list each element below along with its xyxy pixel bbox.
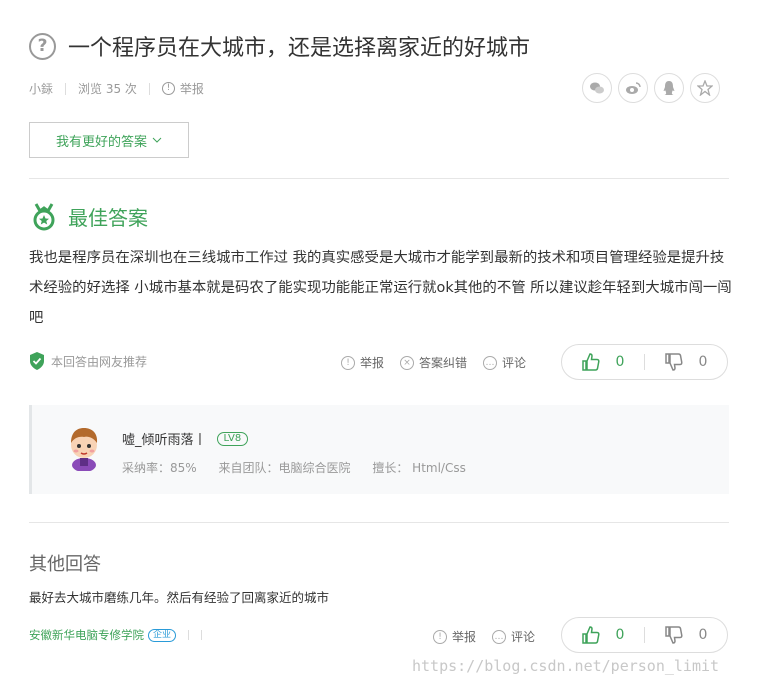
source-link[interactable]: 安徽新华电脑专修学院 bbox=[29, 627, 144, 643]
view-count: 浏览 35 次 bbox=[78, 82, 137, 96]
vote-box: 0 0 bbox=[561, 344, 728, 380]
better-answer-button[interactable]: 我有更好的答案 bbox=[29, 122, 189, 158]
answerer-name-row: 嘘_倾听雨落丨 LV8 bbox=[122, 429, 249, 448]
upvote-button[interactable]: 0 bbox=[562, 353, 644, 371]
divider bbox=[188, 630, 190, 640]
thumbs-down-icon bbox=[664, 626, 683, 644]
recommended-label: 本回答由网友推荐 bbox=[51, 354, 148, 369]
best-answer-header: 最佳答案 bbox=[31, 202, 148, 231]
enterprise-badge: 企业 bbox=[148, 628, 177, 642]
best-answer-title: 最佳答案 bbox=[68, 206, 148, 230]
question-meta: 小銾 浏览 35 次 ! 举报 bbox=[29, 80, 204, 97]
watermark: https://blog.csdn.net/person_limit bbox=[412, 657, 720, 675]
correct-answer-label: 答案纠错 bbox=[419, 356, 468, 370]
report-label: 举报 bbox=[360, 356, 385, 370]
upvote-count: 0 bbox=[615, 354, 625, 370]
report-icon: ! bbox=[433, 629, 447, 644]
wechat-icon[interactable] bbox=[582, 73, 612, 103]
correct-answer-button[interactable]: × 答案纠错 bbox=[400, 354, 467, 371]
report-icon: ! bbox=[161, 82, 175, 95]
star-icon[interactable] bbox=[690, 73, 720, 103]
comment-icon: … bbox=[483, 355, 498, 370]
report-button[interactable]: ! 举报 bbox=[433, 628, 476, 645]
divider bbox=[148, 82, 150, 95]
downvote-count: 0 bbox=[698, 627, 708, 643]
answerer-stats: 采纳率：85% 来自团队：电脑综合医院 擅长： Html/Css bbox=[122, 459, 484, 476]
other-answer-actions: ! 举报 … 评论 bbox=[433, 628, 551, 645]
adoption-rate: 采纳率：85% bbox=[122, 461, 197, 475]
other-answer-text: 最好去大城市磨练几年。然后有经验了回离家近的城市 bbox=[29, 590, 330, 605]
comment-icon: … bbox=[492, 629, 507, 644]
report-label: 举报 bbox=[452, 630, 477, 644]
avatar[interactable] bbox=[65, 425, 103, 471]
other-answer-source: 安徽新华电脑专修学院 企业 bbox=[29, 627, 203, 643]
question-header: ? 一个程序员在大城市，还是选择离家近的好城市 bbox=[29, 30, 530, 62]
thumbs-down-icon bbox=[664, 353, 683, 371]
divider bbox=[65, 82, 67, 95]
question-title: 一个程序员在大城市，还是选择离家近的好城市 bbox=[68, 36, 531, 61]
level-badge: LV8 bbox=[216, 431, 249, 446]
question-report-link[interactable]: 举报 bbox=[180, 80, 204, 97]
qq-icon[interactable] bbox=[654, 73, 684, 103]
weibo-icon[interactable] bbox=[618, 73, 648, 103]
better-answer-label: 我有更好的答案 bbox=[55, 134, 147, 150]
question-author[interactable]: 小銾 bbox=[29, 80, 53, 97]
comment-button[interactable]: … 评论 bbox=[483, 354, 526, 371]
medal-icon bbox=[33, 202, 55, 230]
report-icon: ! bbox=[341, 355, 355, 370]
downvote-button[interactable]: 0 bbox=[645, 353, 727, 371]
vote-box: 0 0 bbox=[561, 617, 728, 653]
comment-label: 评论 bbox=[511, 630, 536, 644]
close-circle-icon: × bbox=[400, 355, 415, 370]
upvote-button[interactable]: 0 bbox=[562, 626, 644, 644]
expertise: 擅长： Html/Css bbox=[372, 461, 466, 475]
upvote-count: 0 bbox=[615, 627, 625, 643]
best-answer-text: 我也是程序员在深圳也在三线城市工作过 我的真实感受是大城市才能学到最新的技术和项… bbox=[29, 250, 732, 326]
team-link[interactable]: 来自团队：电脑综合医院 bbox=[219, 461, 351, 475]
downvote-button[interactable]: 0 bbox=[645, 626, 727, 644]
thumbs-up-icon bbox=[581, 353, 600, 371]
downvote-count: 0 bbox=[698, 354, 708, 370]
chevron-down-icon bbox=[152, 137, 162, 143]
thumbs-up-icon bbox=[581, 626, 600, 644]
comment-label: 评论 bbox=[502, 356, 527, 370]
answerer-name[interactable]: 嘘_倾听雨落丨 bbox=[122, 429, 207, 448]
share-bar bbox=[582, 73, 720, 103]
divider bbox=[29, 178, 729, 179]
divider bbox=[201, 630, 203, 640]
shield-check-icon bbox=[30, 352, 44, 370]
recommended-note: 本回答由网友推荐 bbox=[29, 352, 147, 370]
report-button[interactable]: ! 举报 bbox=[341, 354, 384, 371]
other-answers-title: 其他回答 bbox=[29, 554, 101, 575]
answerer-card: 嘘_倾听雨落丨 LV8 采纳率：85% 来自团队：电脑综合医院 擅长： Html… bbox=[29, 405, 729, 494]
best-answer-actions: ! 举报 × 答案纠错 … 评论 bbox=[341, 354, 542, 371]
comment-button[interactable]: … 评论 bbox=[492, 628, 535, 645]
question-circle-icon: ? bbox=[29, 32, 56, 60]
divider bbox=[29, 522, 729, 523]
